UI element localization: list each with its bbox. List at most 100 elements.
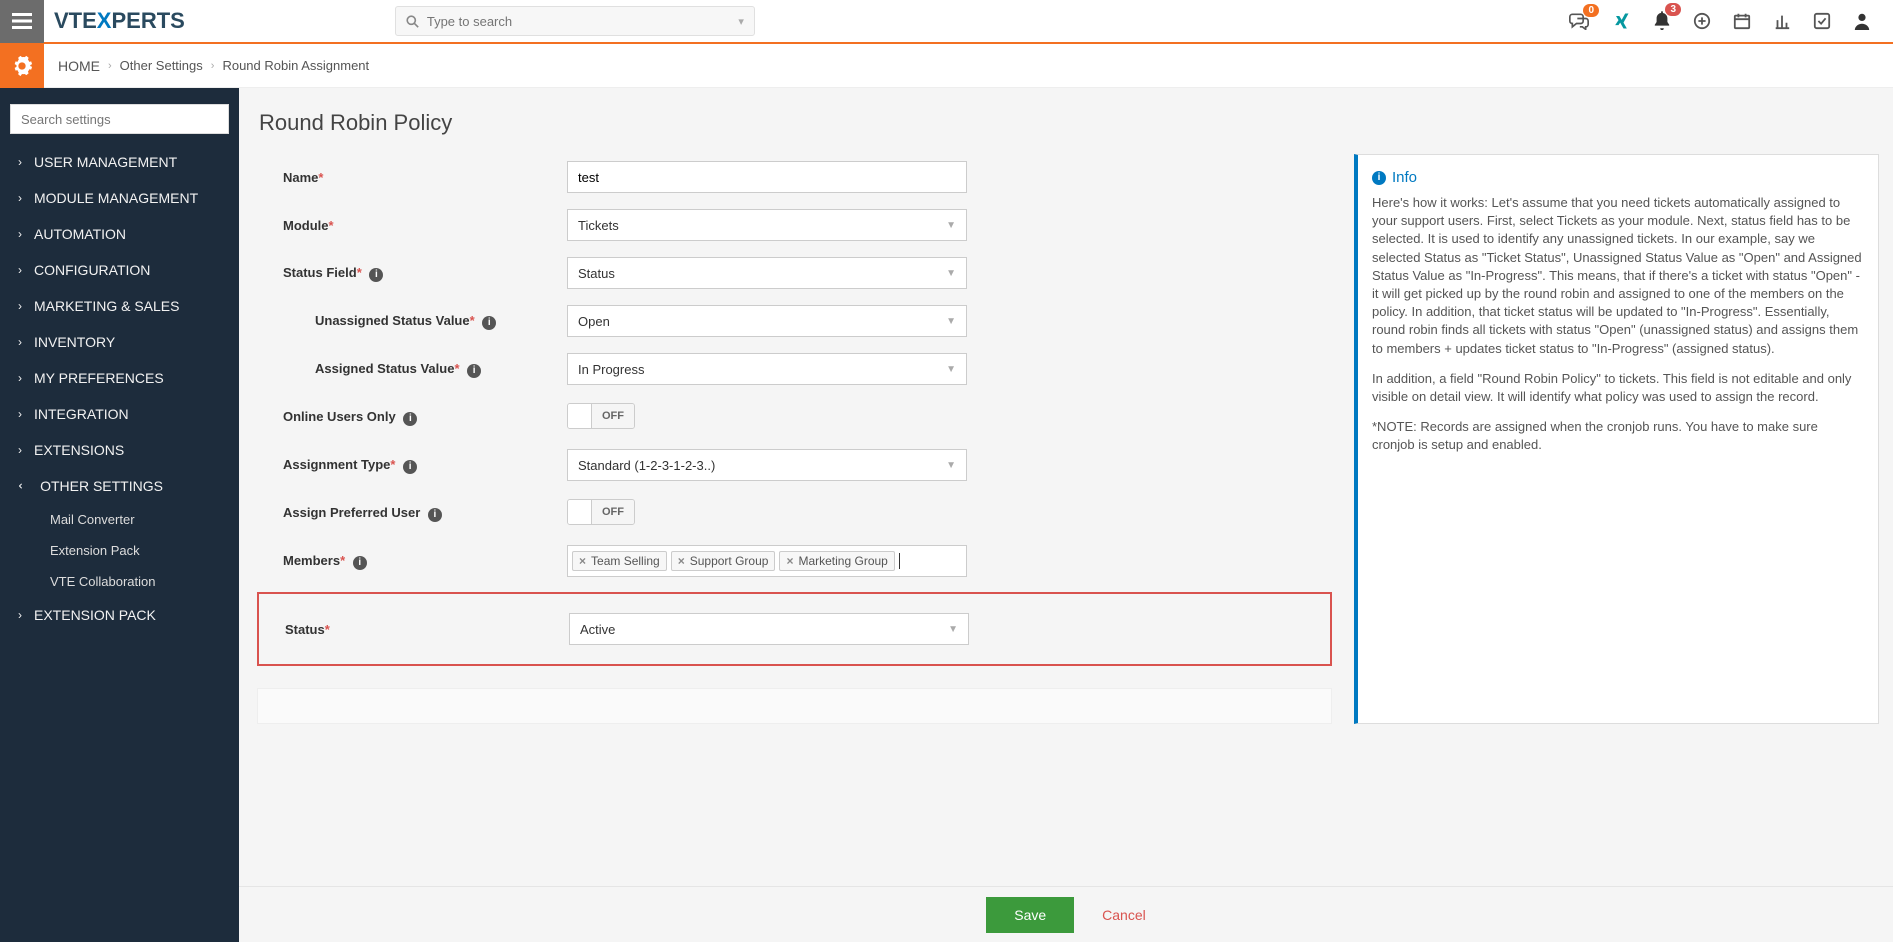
chevron-right-icon: › (18, 335, 22, 349)
sidebar-item-label: EXTENSIONS (34, 442, 124, 458)
status-field-select[interactable]: Status▼ (567, 257, 967, 289)
sidebar-subitem-mail-converter[interactable]: Mail Converter (0, 504, 239, 535)
assignment-type-label: Assignment Type* i (257, 457, 567, 474)
form-footer: Save Cancel (239, 886, 1893, 942)
remove-tag-icon[interactable]: × (786, 554, 793, 568)
sidebar-item-extensions[interactable]: ›EXTENSIONS (0, 432, 239, 468)
sidebar-item-label: MY PREFERENCES (34, 370, 164, 386)
gear-icon (11, 55, 33, 77)
save-button[interactable]: Save (986, 897, 1074, 933)
assigned-select[interactable]: In Progress▼ (567, 353, 967, 385)
add-button[interactable] (1693, 12, 1711, 30)
sidebar-item-user-management[interactable]: ›USER MANAGEMENT (0, 144, 239, 180)
breadcrumb-bar: HOME › Other Settings › Round Robin Assi… (0, 44, 1893, 88)
xing-icon (1611, 11, 1631, 31)
status-field-label: Status Field* i (257, 265, 567, 282)
settings-sidebar: ›USER MANAGEMENT›MODULE MANAGEMENT›AUTOM… (0, 88, 239, 942)
caret-down-icon: ▼ (946, 220, 956, 231)
global-search[interactable]: ▾ (395, 6, 755, 36)
chevron-right-icon: › (18, 299, 22, 313)
member-tag[interactable]: ×Support Group (671, 551, 776, 571)
calendar-button[interactable] (1733, 12, 1751, 30)
sidebar-item-my-preferences[interactable]: › MY PREFERENCES (0, 360, 239, 396)
remove-tag-icon[interactable]: × (579, 554, 586, 568)
sidebar-subitem-extension-pack[interactable]: Extension Pack (0, 535, 239, 566)
cancel-button[interactable]: Cancel (1102, 907, 1146, 923)
preferred-user-toggle[interactable]: OFF (567, 499, 635, 525)
member-tag[interactable]: ×Marketing Group (779, 551, 894, 571)
topbar-actions: 0 3 (1569, 11, 1893, 31)
caret-down-icon: ▼ (946, 268, 956, 279)
sidebar-item-marketing-sales[interactable]: ›MARKETING & SALES (0, 288, 239, 324)
policy-form: Name* Module* Tickets▼ Status Field* i S… (257, 154, 1332, 724)
member-tag[interactable]: ×Team Selling (572, 551, 667, 571)
sidebar-item-integration[interactable]: ›INTEGRATION (0, 396, 239, 432)
status-select[interactable]: Active▼ (569, 613, 969, 645)
breadcrumb-home[interactable]: HOME (58, 58, 100, 74)
sidebar-item-inventory[interactable]: › INVENTORY (0, 324, 239, 360)
chevron-right-icon: › (18, 371, 22, 385)
search-icon (406, 15, 419, 28)
xing-button[interactable] (1611, 11, 1631, 31)
sidebar-item-label: INVENTORY (34, 334, 115, 350)
text-cursor (899, 553, 900, 569)
sidebar-item-automation[interactable]: › AUTOMATION (0, 216, 239, 252)
info-icon[interactable]: i (428, 508, 442, 522)
breadcrumb-l3: Round Robin Assignment (222, 58, 369, 73)
chevron-right-icon: › (18, 227, 22, 241)
members-multiselect[interactable]: ×Team Selling×Support Group×Marketing Gr… (567, 545, 967, 577)
chevron-right-icon: › (108, 60, 112, 72)
reports-button[interactable] (1773, 12, 1791, 30)
breadcrumb-l2[interactable]: Other Settings (120, 58, 203, 73)
tasks-button[interactable] (1813, 12, 1831, 30)
user-menu-button[interactable] (1853, 11, 1871, 31)
bar-chart-icon (1773, 12, 1791, 30)
settings-gear-button[interactable] (0, 44, 44, 88)
name-input[interactable] (567, 161, 967, 193)
info-icon[interactable]: i (467, 364, 481, 378)
info-icon[interactable]: i (353, 556, 367, 570)
online-only-toggle[interactable]: OFF (567, 403, 635, 429)
calendar-icon (1733, 12, 1751, 30)
sidebar-item-extension-pack[interactable]: ›EXTENSION PACK (0, 597, 239, 633)
sidebar-item-other-settings[interactable]: ⌄ OTHER SETTINGS (0, 468, 239, 504)
logo-part-2: X (97, 8, 112, 34)
sidebar-search[interactable] (10, 104, 229, 134)
hamburger-menu-button[interactable] (0, 0, 44, 43)
unassigned-label: Unassigned Status Value* i (257, 313, 567, 330)
notifications-badge: 3 (1665, 3, 1681, 16)
info-panel: iInfo Here's how it works: Let's assume … (1354, 154, 1879, 724)
chevron-down-icon: ⌄ (16, 481, 30, 491)
notifications-button[interactable]: 3 (1653, 11, 1671, 31)
chat-button[interactable]: 0 (1569, 12, 1589, 30)
logo-part-3: PERTS (111, 8, 184, 34)
search-dropdown-icon[interactable]: ▾ (738, 15, 744, 28)
sidebar-item-configuration[interactable]: ›CONFIGURATION (0, 252, 239, 288)
info-icon[interactable]: i (403, 460, 417, 474)
chat-badge: 0 (1583, 4, 1599, 17)
online-only-label: Online Users Only i (257, 409, 567, 426)
sidebar-item-module-management[interactable]: ›MODULE MANAGEMENT (0, 180, 239, 216)
sidebar-item-label: OTHER SETTINGS (40, 478, 163, 494)
global-search-input[interactable] (427, 14, 738, 29)
unassigned-select[interactable]: Open▼ (567, 305, 967, 337)
chevron-right-icon: › (18, 191, 22, 205)
user-icon (1853, 11, 1871, 31)
logo: VTEXPERTS (54, 8, 185, 34)
assignment-type-select[interactable]: Standard (1-2-3-1-2-3..)▼ (567, 449, 967, 481)
sidebar-item-label: USER MANAGEMENT (34, 154, 177, 170)
info-icon[interactable]: i (369, 268, 383, 282)
info-paragraph-3: *NOTE: Records are assigned when the cro… (1372, 418, 1864, 454)
main-area: ›USER MANAGEMENT›MODULE MANAGEMENT›AUTOM… (0, 88, 1893, 942)
breadcrumb: HOME › Other Settings › Round Robin Assi… (44, 58, 369, 74)
module-select[interactable]: Tickets▼ (567, 209, 967, 241)
info-icon[interactable]: i (403, 412, 417, 426)
status-row-highlight: Status* Active▼ (257, 592, 1332, 666)
remove-tag-icon[interactable]: × (678, 554, 685, 568)
sidebar-item-label: AUTOMATION (34, 226, 126, 242)
info-paragraph-1: Here's how it works: Let's assume that y… (1372, 194, 1864, 358)
sidebar-search-input[interactable] (21, 112, 218, 127)
check-square-icon (1813, 12, 1831, 30)
info-icon[interactable]: i (482, 316, 496, 330)
sidebar-subitem-vte-collaboration[interactable]: VTE Collaboration (0, 566, 239, 597)
